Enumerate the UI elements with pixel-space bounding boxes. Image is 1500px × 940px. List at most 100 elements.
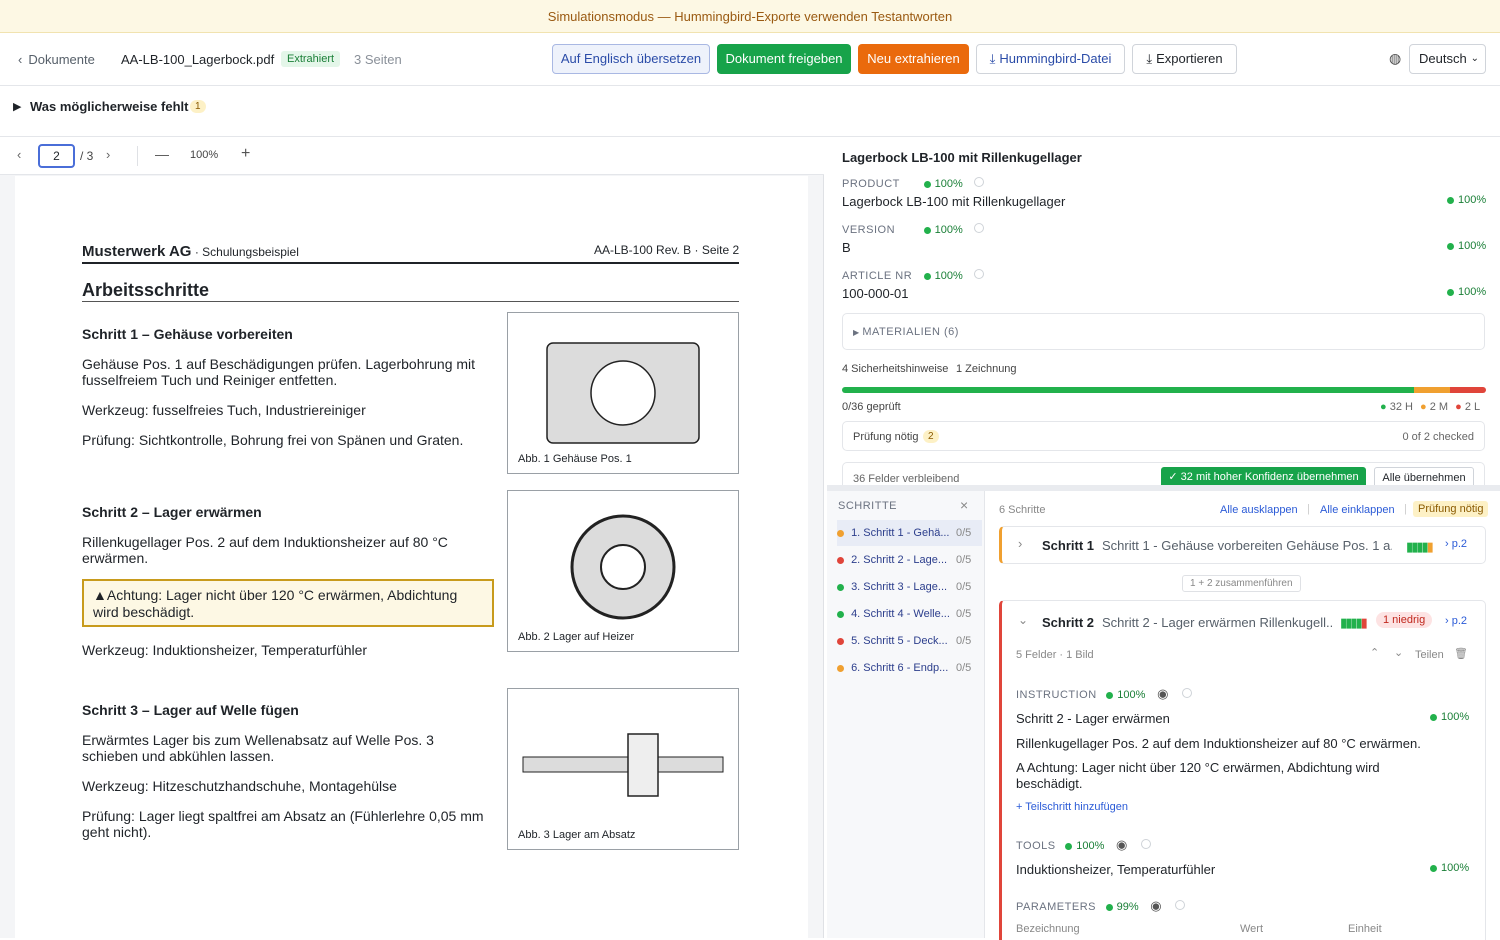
page-count: 3 Seiten: [354, 52, 402, 67]
move-up-icon[interactable]: ⌃: [1370, 646, 1379, 659]
parameters-label: PARAMETERS: [1016, 901, 1096, 913]
eye-icon[interactable]: ◉: [1116, 837, 1127, 852]
field-value-conf: 100%: [1447, 194, 1486, 206]
check-circle-icon[interactable]: [1182, 688, 1193, 698]
step2-text: Rillenkugellager Pos. 2 auf dem Induktio…: [82, 534, 448, 566]
extraction-panel: Lagerbock LB-100 mit Rillenkugellager PR…: [827, 137, 1500, 940]
next-page-icon[interactable]: ›: [106, 147, 110, 162]
sidebar-step-label: 6. Schritt 6 - Endp...: [851, 662, 949, 674]
missing-count: 1: [190, 100, 206, 113]
product-title: Lagerbock LB-100 mit Rillenkugellager: [842, 150, 1082, 165]
chevron-down-icon: ⌄: [1470, 53, 1479, 64]
sidebar-step-label: 1. Schritt 1 - Gehä...: [851, 527, 950, 539]
figure-2: Abb. 2 Lager auf Heizer: [507, 490, 739, 652]
param-col-value: Wert: [1240, 923, 1264, 935]
doc-ref: AA-LB-100 Rev. B · Seite 2: [594, 243, 740, 257]
export-button[interactable]: ⤓ Exportieren: [1132, 44, 1237, 74]
sidebar-step-item[interactable]: 1. Schritt 1 - Gehä... 0/5: [837, 520, 982, 546]
review-filter[interactable]: Prüfung nötig: [1413, 501, 1489, 517]
sidebar-step-item[interactable]: 6. Schritt 6 - Endp... 0/5: [837, 655, 982, 681]
step1-page-link[interactable]: › p.2: [1445, 538, 1467, 550]
collapse-all-link[interactable]: Alle einklappen: [1320, 504, 1395, 516]
hummingbird-button[interactable]: ⤓ Hummingbird-Datei: [976, 44, 1125, 74]
move-down-icon[interactable]: ⌄: [1394, 646, 1403, 659]
steps-main: 6 Schritte Alle ausklappen | Alle einkla…: [985, 491, 1500, 940]
company-name: Musterwerk AG: [82, 243, 192, 260]
header-rule: [82, 262, 739, 264]
language-select[interactable]: Deutsch ⌄: [1409, 44, 1486, 74]
add-substep-link[interactable]: + Teilschritt hinzufügen: [1016, 801, 1128, 813]
page-input[interactable]: 2: [38, 144, 75, 168]
reextract-button[interactable]: Neu extrahieren: [858, 44, 969, 74]
link-divider: |: [1307, 503, 1310, 515]
close-icon[interactable]: ×: [960, 497, 968, 513]
chevron-left-icon: ‹: [18, 52, 23, 67]
step1-title: Schritt 1 – Gehäuse vorbereiten: [82, 326, 293, 342]
sidebar-step-item[interactable]: 2. Schritt 2 - Lage... 0/5: [837, 547, 982, 573]
check-circle-icon[interactable]: [1175, 900, 1186, 910]
field-conf: 100%: [934, 270, 963, 282]
missing-label: Was möglicherweise fehlt: [30, 99, 189, 114]
tools-label: TOOLS: [1016, 840, 1056, 852]
zoom-out-icon[interactable]: —: [155, 146, 169, 162]
check-circle-icon[interactable]: [974, 177, 985, 187]
split-button[interactable]: Teilen: [1415, 649, 1444, 661]
link-divider: |: [1404, 503, 1407, 515]
status-dot: [837, 610, 844, 618]
step2-page-link[interactable]: › p.2: [1445, 615, 1467, 627]
translate-button[interactable]: Auf Englisch übersetzen: [552, 44, 710, 74]
instruction-text: Rillenkugellager Pos. 2 auf dem Induktio…: [1016, 736, 1421, 751]
check-circle-icon[interactable]: [1140, 839, 1151, 849]
check-circle-icon[interactable]: [974, 223, 985, 233]
check-circle-icon[interactable]: [974, 269, 985, 279]
warning-text: Achtung: Lager nicht über 120 °C erwärme…: [93, 587, 458, 620]
parameters-header: PARAMETERS 99% ◉: [1016, 898, 1186, 914]
missing-section[interactable]: ▶ Was möglicherweise fehlt 1: [0, 86, 1500, 137]
confidence-bars-icon: ▮▮▮▮▮: [1406, 539, 1434, 554]
accept-high-button[interactable]: ✓ 32 mit hoher Konfidenz übernehmen: [1161, 467, 1366, 486]
sidebar-step-item[interactable]: 3. Schritt 3 - Lage... 0/5: [837, 574, 982, 600]
warning-icon: ▲: [93, 587, 107, 603]
trash-icon[interactable]: 🗑: [1454, 647, 1468, 660]
release-button[interactable]: Dokument freigeben: [717, 44, 851, 74]
sidebar-step-item[interactable]: 4. Schritt 4 - Welle... 0/5: [837, 601, 982, 627]
status-dot: [837, 556, 844, 564]
field-value[interactable]: Lagerbock LB-100 mit Rillenkugellager: [842, 194, 1065, 209]
param-col-unit: Einheit: [1348, 923, 1382, 935]
review-card[interactable]: Prüfung nötig 2 0 of 2 checked: [842, 421, 1485, 451]
confidence-bar: [842, 387, 1486, 393]
step3-text: Erwärmtes Lager bis zum Wellenabsatz auf…: [82, 732, 434, 764]
step1-card[interactable]: › Schritt 1 Schritt 1 - Gehäuse vorberei…: [999, 526, 1486, 564]
parameters-conf: 99%: [1116, 901, 1139, 913]
merge-button[interactable]: 1 + 2 zusammenführen: [1182, 575, 1301, 592]
field-value[interactable]: B: [842, 240, 851, 255]
bar-high: [842, 387, 1415, 393]
prev-page-icon[interactable]: ‹: [17, 147, 21, 162]
eye-icon[interactable]: ◉: [1157, 686, 1168, 701]
caret-right-icon: ▶: [853, 328, 863, 337]
back-link[interactable]: ‹ Dokumente: [18, 52, 95, 67]
field-header: VERSION 100%: [842, 221, 985, 236]
step1-desc: Schritt 1 - Gehäuse vorbereiten Gehäuse …: [1102, 538, 1392, 553]
top-toolbar: ‹ Dokumente AA-LB-100_Lagerbock.pdf Extra…: [0, 33, 1500, 86]
tools-value: Induktionsheizer, Temperaturfühler: [1016, 862, 1216, 877]
materials-section[interactable]: ▶ MATERIALIEN (6): [842, 313, 1485, 350]
accept-all-button[interactable]: Alle übernehmen: [1374, 467, 1474, 486]
sidebar-step-count: 0/5: [956, 662, 972, 674]
materials-label: ▶ MATERIALIEN (6): [853, 326, 959, 338]
checked-count: 0/36 geprüft: [842, 401, 901, 413]
caret-right-icon: ▶: [13, 101, 22, 113]
hummingbird-label: Hummingbird-Datei: [999, 51, 1112, 66]
field-value[interactable]: 100-000-01: [842, 286, 909, 301]
field-conf: 100%: [934, 178, 963, 190]
field-conf: 100%: [934, 224, 963, 236]
status-dot: [837, 637, 844, 645]
shaft-drawing: [522, 733, 724, 797]
chevron-down-icon[interactable]: ⌄: [1018, 613, 1028, 627]
sidebar-step-item[interactable]: 5. Schritt 5 - Deck... 0/5: [837, 628, 982, 654]
step2-tools: Werkzeug: Induktionsheizer, Temperaturfü…: [82, 642, 368, 658]
zoom-in-icon[interactable]: +: [241, 145, 250, 163]
expand-all-link[interactable]: Alle ausklappen: [1220, 504, 1298, 516]
sidebar-step-count: 0/5: [956, 581, 972, 593]
eye-icon[interactable]: ◉: [1150, 898, 1161, 913]
